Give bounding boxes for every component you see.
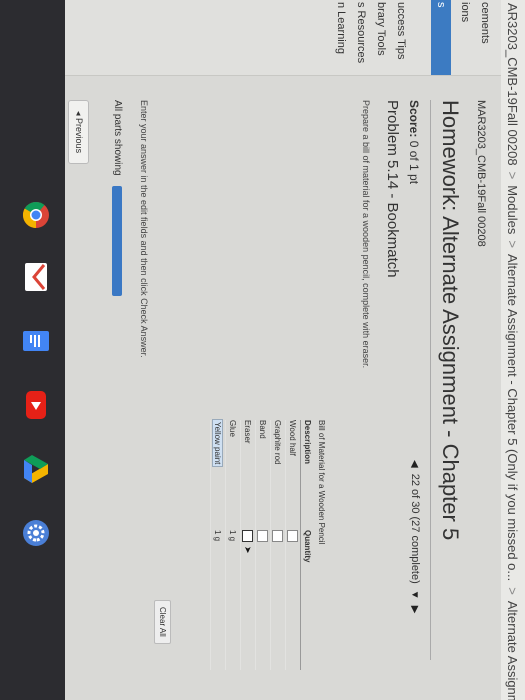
sidebar-item-library-tools[interactable]: brary Tools — [371, 0, 391, 75]
parts-label: All parts showing — [112, 100, 123, 176]
quantity-input[interactable] — [272, 530, 284, 542]
settings-icon[interactable] — [21, 518, 51, 548]
title-divider — [430, 100, 431, 660]
sidebar-item-resources[interactable]: s Resources — [351, 0, 371, 75]
sidebar-item-modules[interactable]: s — [431, 0, 451, 75]
header-quantity: Quantity — [303, 530, 313, 563]
homework-panel: MAR3203_CMB-19Fall 00208 Homework: Alter… — [0, 80, 501, 700]
clear-all-button[interactable]: Clear All — [154, 600, 171, 644]
header-description: Description — [303, 420, 313, 465]
table-row: Glue 1 g — [225, 420, 240, 670]
breadcrumb-separator: > — [505, 587, 521, 595]
dropdown-icon[interactable]: ▼ — [410, 590, 421, 600]
parts-status: All parts showing — [112, 100, 123, 296]
drive-icon[interactable] — [21, 454, 51, 484]
sidebar-item-announcements[interactable]: cements — [475, 0, 495, 75]
score: Score: 0 of 1 pt — [407, 100, 421, 184]
page-title: Homework: Alternate Assignment - Chapter… — [438, 100, 463, 541]
quantity-input[interactable] — [242, 530, 254, 542]
answer-instructions: Enter your answer in the edit fields and… — [139, 100, 149, 358]
course-label: MAR3203_CMB-19Fall 00208 — [475, 100, 487, 247]
breadcrumb-course[interactable]: AR3203_CMB-19Fall 00208 — [506, 0, 521, 169]
row-description: Yellow paint — [213, 414, 223, 472]
prev-question-icon[interactable]: ◀ — [410, 460, 421, 468]
row-quantity: 1 g — [228, 530, 238, 542]
table-row: Wood half — [285, 420, 300, 670]
row-quantity: 1 g — [213, 530, 223, 542]
next-question-icon[interactable]: ▶ — [410, 606, 421, 614]
sidebar-item-discussions[interactable]: ions — [455, 0, 475, 75]
bill-of-material-table: Bill of Material for a Wooden Pencil Des… — [210, 414, 326, 670]
question-nav: ◀ 22 of 30 (27 complete) ▼ ▶ — [409, 460, 421, 613]
row-description: Eraser — [243, 420, 253, 444]
row-description: Glue — [228, 420, 238, 437]
problem-instructions: Prepare a bill of material for a wooden … — [361, 100, 371, 369]
question-counter[interactable]: 22 of 30 (27 complete) — [409, 474, 421, 584]
breadcrumb-current: Alternate Assignment - — [505, 600, 521, 700]
photo-stage: AR3203_CMB-19Fall 00208 > Modules > Alte… — [0, 0, 525, 700]
progress-bar — [112, 185, 123, 296]
youtube-icon[interactable] — [21, 390, 51, 420]
score-label: Score: — [407, 100, 421, 138]
table-row: Yellow paint 1 g — [210, 414, 225, 670]
row-description: Graphite rod — [273, 420, 283, 465]
screen: AR3203_CMB-19Fall 00208 > Modules > Alte… — [0, 0, 525, 700]
table-title: Bill of Material for a Wooden Pencil — [317, 420, 326, 545]
breadcrumb-modules[interactable]: Modules — [506, 182, 521, 237]
quantity-input[interactable] — [287, 530, 299, 542]
previous-label: Previous — [74, 118, 84, 154]
row-description: Band — [258, 420, 268, 439]
os-shelf — [0, 0, 65, 700]
sidebar: cements ions s uccess Tips brary Tools s… — [0, 0, 501, 76]
problem-title: Problem 5.14 - Bookmatch — [384, 100, 401, 278]
gmail-icon[interactable] — [21, 262, 51, 292]
table-header: Description Quantity — [300, 420, 315, 670]
table-row: Band — [255, 420, 270, 670]
sidebar-item-learning[interactable]: n Learning — [331, 0, 351, 75]
breadcrumb: AR3203_CMB-19Fall 00208 > Modules > Alte… — [501, 0, 525, 700]
table-row: Graphite rod — [270, 420, 285, 670]
breadcrumb-separator: > — [505, 171, 521, 180]
chrome-icon[interactable] — [21, 200, 51, 230]
previous-button[interactable]: ◂ Previous — [68, 100, 89, 165]
breadcrumb-assignment[interactable]: Alternate Assignment - Chapter 5 (Only i… — [506, 251, 521, 584]
docs-icon[interactable] — [21, 326, 51, 356]
sidebar-item-success-tips[interactable]: uccess Tips — [391, 0, 411, 75]
table-row: Eraser ➤ — [240, 420, 255, 670]
chevron-left-icon: ◂ — [74, 111, 84, 116]
score-value: 0 of 1 pt — [407, 140, 421, 185]
breadcrumb-separator: > — [505, 240, 521, 248]
row-description: Wood half — [288, 420, 298, 456]
quantity-input[interactable] — [257, 530, 269, 542]
mouse-cursor-icon: ➤ — [243, 546, 254, 554]
